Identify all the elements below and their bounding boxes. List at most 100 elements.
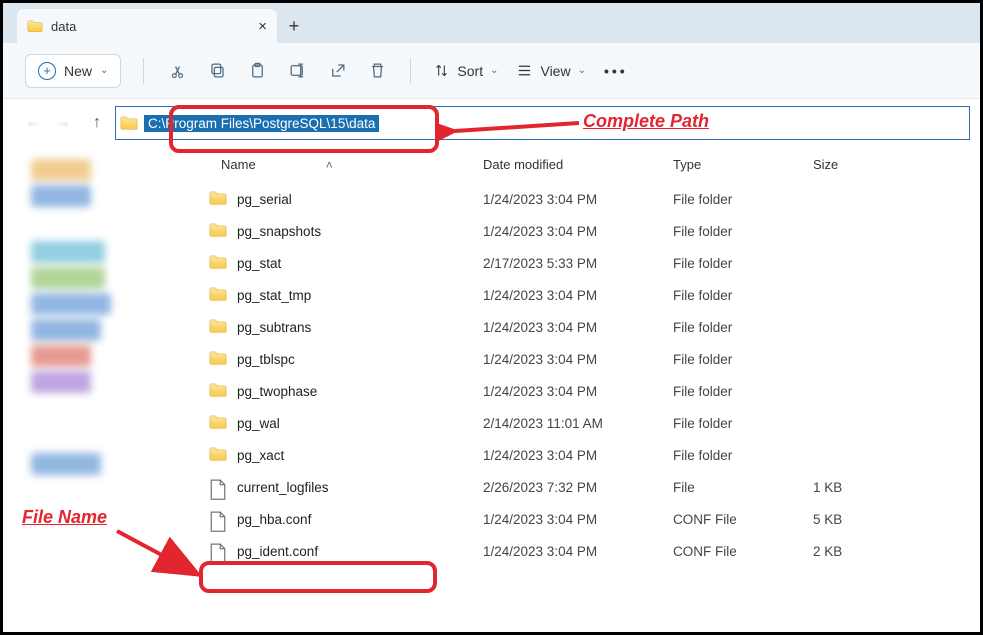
- copy-button[interactable]: [206, 60, 228, 82]
- list-item[interactable]: pg_twophase 1/24/2023 3:04 PMFile folder: [191, 375, 980, 407]
- active-tab[interactable]: data ×: [17, 9, 277, 43]
- main-area: Name ˄ Date modified Type Size pg_serial…: [3, 147, 980, 632]
- item-type: File folder: [673, 224, 813, 239]
- item-name: pg_serial: [237, 192, 292, 207]
- item-name: pg_twophase: [237, 384, 317, 399]
- folder-icon: [209, 319, 227, 335]
- item-date: 1/24/2023 3:04 PM: [483, 384, 673, 399]
- item-type: File folder: [673, 384, 813, 399]
- delete-button[interactable]: [366, 60, 388, 82]
- list-item[interactable]: pg_xact1/24/2023 3:04 PMFile folder: [191, 439, 980, 471]
- folder-icon: [120, 116, 138, 131]
- item-type: File: [673, 480, 813, 495]
- plus-circle-icon: +: [38, 62, 56, 80]
- list-item[interactable]: pg_snapshots 1/24/2023 3:04 PMFile folder: [191, 215, 980, 247]
- tab-bar: data × +: [3, 3, 980, 43]
- new-tab-button[interactable]: +: [277, 9, 311, 43]
- col-size[interactable]: Size: [813, 157, 913, 172]
- item-type: File folder: [673, 288, 813, 303]
- toolbar-separator: [410, 58, 411, 84]
- item-name: pg_wal: [237, 416, 280, 431]
- back-button[interactable]: ←: [25, 114, 41, 132]
- item-name: pg_xact: [237, 448, 284, 463]
- item-name: pg_hba.conf: [237, 512, 311, 527]
- rename-button[interactable]: [286, 60, 308, 82]
- folder-icon: [209, 191, 227, 207]
- folder-icon: [209, 255, 227, 271]
- sort-button[interactable]: Sort ⌄: [433, 62, 498, 79]
- item-name: pg_stat_tmp: [237, 288, 311, 303]
- chevron-down-icon: ⌄: [100, 65, 108, 76]
- item-name: current_logfiles: [237, 480, 329, 495]
- address-bar[interactable]: C:\Program Files\PostgreSQL\15\data: [115, 106, 970, 140]
- share-button[interactable]: [326, 60, 348, 82]
- folder-icon: [209, 223, 227, 239]
- col-type-label: Type: [673, 157, 701, 172]
- list-item[interactable]: pg_tblspc1/24/2023 3:04 PMFile folder: [191, 343, 980, 375]
- toolbar: + New ⌄ Sort ⌄ View ⌄ •••: [3, 43, 980, 99]
- item-name: pg_ident.conf: [237, 544, 318, 559]
- sort-label: Sort: [457, 63, 483, 79]
- column-headers: Name ˄ Date modified Type Size: [191, 147, 980, 183]
- folder-icon: [209, 415, 227, 431]
- item-date: 2/14/2023 11:01 AM: [483, 416, 673, 431]
- toolbar-separator: [143, 58, 144, 84]
- file-icon: [209, 543, 227, 559]
- col-size-label: Size: [813, 157, 838, 172]
- col-type[interactable]: Type: [673, 157, 813, 172]
- list-item[interactable]: pg_ident.conf1/24/2023 3:04 PMCONF File2…: [191, 535, 980, 567]
- folder-icon: [209, 287, 227, 303]
- sort-asc-icon: ˄: [326, 158, 333, 172]
- view-icon: [516, 62, 533, 79]
- forward-button[interactable]: →: [55, 114, 71, 132]
- col-date[interactable]: Date modified: [483, 157, 673, 172]
- item-date: 1/24/2023 3:04 PM: [483, 544, 673, 559]
- list-item[interactable]: pg_stat2/17/2023 5:33 PMFile folder: [191, 247, 980, 279]
- new-button-label: New: [64, 63, 92, 79]
- item-name: pg_snapshots: [237, 224, 321, 239]
- item-date: 2/17/2023 5:33 PM: [483, 256, 673, 271]
- folder-icon: [209, 383, 227, 399]
- view-button[interactable]: View ⌄: [516, 62, 585, 79]
- navigation-pane[interactable]: [3, 147, 191, 632]
- nav-arrows: ← →: [3, 114, 93, 132]
- folder-icon: [209, 447, 227, 463]
- item-type: File folder: [673, 352, 813, 367]
- paste-button[interactable]: [246, 60, 268, 82]
- col-name[interactable]: Name ˄: [191, 157, 483, 172]
- col-date-label: Date modified: [483, 157, 563, 172]
- item-type: CONF File: [673, 512, 813, 527]
- sort-icon: [433, 62, 450, 79]
- item-date: 1/24/2023 3:04 PM: [483, 512, 673, 527]
- view-label: View: [540, 63, 570, 79]
- item-date: 1/24/2023 3:04 PM: [483, 288, 673, 303]
- list-item[interactable]: pg_stat_tmp 1/24/2023 3:04 PMFile folder: [191, 279, 980, 311]
- item-date: 2/26/2023 7:32 PM: [483, 480, 673, 495]
- tab-title: data: [51, 19, 76, 34]
- list-item[interactable]: pg_subtrans 1/24/2023 3:04 PMFile folder: [191, 311, 980, 343]
- item-date: 1/24/2023 3:04 PM: [483, 224, 673, 239]
- list-item[interactable]: pg_wal2/14/2023 11:01 AMFile folder: [191, 407, 980, 439]
- item-type: CONF File: [673, 544, 813, 559]
- item-name: pg_subtrans: [237, 320, 311, 335]
- chevron-down-icon: ⌄: [578, 65, 586, 76]
- item-date: 1/24/2023 3:04 PM: [483, 320, 673, 335]
- item-type: File folder: [673, 320, 813, 335]
- list-item[interactable]: pg_hba.conf1/24/2023 3:04 PMCONF File5 K…: [191, 503, 980, 535]
- folder-icon: [27, 20, 43, 33]
- item-type: File folder: [673, 448, 813, 463]
- up-button[interactable]: ↑: [93, 114, 101, 132]
- cut-button[interactable]: [166, 60, 188, 82]
- close-tab-icon[interactable]: ×: [258, 19, 267, 34]
- more-button[interactable]: •••: [604, 63, 628, 79]
- item-size: 1 KB: [813, 480, 913, 495]
- folder-icon: [209, 351, 227, 367]
- address-row: ← → ↑ C:\Program Files\PostgreSQL\15\dat…: [3, 99, 980, 147]
- item-date: 1/24/2023 3:04 PM: [483, 352, 673, 367]
- list-item[interactable]: pg_serial1/24/2023 3:04 PMFile folder: [191, 183, 980, 215]
- list-item[interactable]: current_logfiles 2/26/2023 7:32 PMFile1 K…: [191, 471, 980, 503]
- item-type: File folder: [673, 192, 813, 207]
- item-name: pg_stat: [237, 256, 281, 271]
- file-icon: [209, 479, 227, 495]
- new-button[interactable]: + New ⌄: [25, 54, 121, 88]
